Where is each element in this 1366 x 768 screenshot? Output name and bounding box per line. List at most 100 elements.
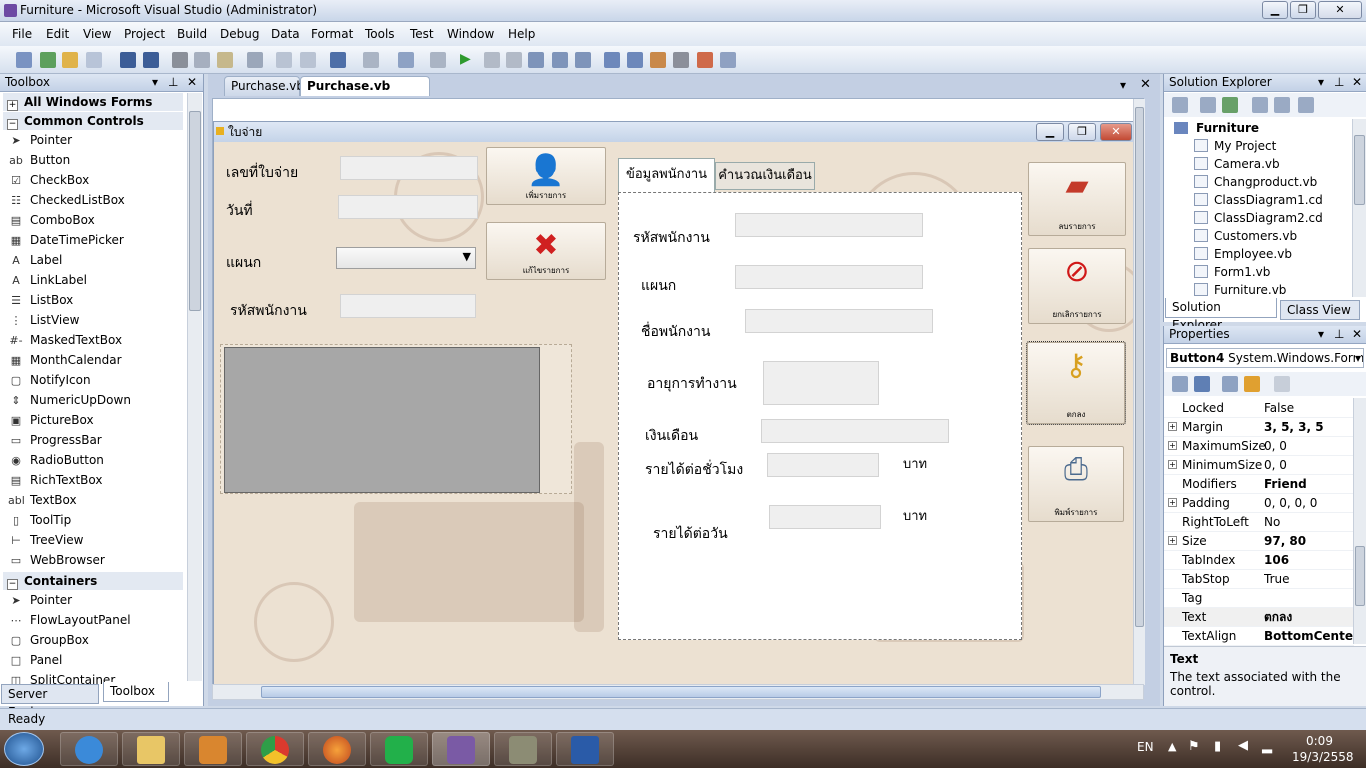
- hscroll-thumb[interactable]: [261, 686, 1101, 698]
- tab-hourly-textbox[interactable]: [767, 453, 879, 477]
- property-value[interactable]: BottomCenter: [1264, 627, 1354, 646]
- menu-window[interactable]: Window: [447, 27, 494, 41]
- cancel-record-button[interactable]: ⊘ ยกเลิกรายการ: [1028, 248, 1126, 324]
- menu-project[interactable]: Project: [124, 27, 165, 41]
- add-item-icon[interactable]: [40, 52, 56, 68]
- properties-window-icon[interactable]: [627, 52, 643, 68]
- menu-test[interactable]: Test: [410, 27, 434, 41]
- property-value[interactable]: 0, 0: [1264, 456, 1354, 475]
- property-row[interactable]: Modifiers Friend: [1164, 475, 1354, 494]
- clock-date[interactable]: 19/3/2558: [1292, 750, 1354, 764]
- ok-button[interactable]: ⚷ ตกลง: [1026, 341, 1126, 425]
- toolbox-item-checkedlistbox[interactable]: ☷ CheckedListBox: [8, 190, 125, 210]
- server-explorer-tab[interactable]: Server Explorer: [1, 684, 99, 719]
- categorized-icon[interactable]: [1172, 376, 1188, 392]
- menu-help[interactable]: Help: [508, 27, 535, 41]
- toolbox-item-maskedtextbox[interactable]: #- MaskedTextBox: [8, 330, 122, 350]
- class-view-tab[interactable]: Class View: [1280, 300, 1360, 320]
- step-over-icon[interactable]: [552, 52, 568, 68]
- properties-scrollbar[interactable]: [1353, 398, 1366, 644]
- close-pane-icon[interactable]: ✕: [1352, 326, 1362, 343]
- delete-record-button[interactable]: ▰ ลบรายการ: [1028, 162, 1126, 236]
- solution-item[interactable]: Camera.vb: [1194, 155, 1280, 173]
- solution-item[interactable]: Employee.vb: [1194, 245, 1292, 263]
- pane-dropdown-icon[interactable]: ▾: [152, 74, 158, 91]
- expand-icon[interactable]: +: [1168, 460, 1177, 469]
- menu-file[interactable]: File: [12, 27, 32, 41]
- save-all-icon[interactable]: [143, 52, 159, 68]
- toolbox-item-datetimepicker[interactable]: ▦ DateTimePicker: [8, 230, 124, 250]
- scroll-thumb[interactable]: [1355, 546, 1365, 606]
- stop-icon[interactable]: [506, 52, 522, 68]
- volume-icon[interactable]: ◀: [1238, 738, 1248, 753]
- battery-icon[interactable]: ▮: [1214, 739, 1221, 754]
- menu-build[interactable]: Build: [177, 27, 207, 41]
- toolbox-item-picturebox[interactable]: ▣ PictureBox: [8, 410, 94, 430]
- object-browser-icon[interactable]: [650, 52, 666, 68]
- pane-dropdown-icon[interactable]: ▾: [1318, 74, 1324, 91]
- toolbox-icon[interactable]: [673, 52, 689, 68]
- collapse-icon[interactable]: −: [7, 119, 18, 130]
- edit-record-button[interactable]: ✖ แก้ไขรายการ: [486, 222, 606, 280]
- taskbar-media[interactable]: [184, 732, 242, 766]
- solution-explorer-tab[interactable]: Solution Explorer: [1165, 298, 1277, 332]
- taskbar-firefox[interactable]: [308, 732, 366, 766]
- property-value[interactable]: No: [1264, 513, 1354, 532]
- menu-format[interactable]: Format: [311, 27, 353, 41]
- clock-time[interactable]: 0:09: [1306, 734, 1333, 748]
- section-common-controls[interactable]: − Common Controls: [3, 112, 183, 130]
- solution-explorer-icon[interactable]: [604, 52, 620, 68]
- tab-dept-textbox[interactable]: [735, 265, 923, 289]
- emp-id-textbox[interactable]: [340, 294, 476, 318]
- show-all-files-icon[interactable]: [1200, 97, 1216, 113]
- property-value[interactable]: 106: [1264, 551, 1354, 570]
- property-row[interactable]: Tag: [1164, 589, 1354, 608]
- taskbar-visual-studio[interactable]: [432, 732, 490, 766]
- taskbar-line[interactable]: [370, 732, 428, 766]
- toolbox-item-linklabel[interactable]: A LinkLabel: [8, 270, 87, 290]
- taskbar-explorer[interactable]: [122, 732, 180, 766]
- expand-icon[interactable]: +: [1168, 536, 1177, 545]
- toolbox-item-button[interactable]: ab Button: [8, 150, 70, 170]
- object-selector[interactable]: Button4 System.Windows.Forms.B ▾: [1166, 348, 1364, 368]
- menu-view[interactable]: View: [83, 27, 111, 41]
- toolbox-item-checkbox[interactable]: ☑ CheckBox: [8, 170, 89, 190]
- command-window-icon[interactable]: [720, 52, 736, 68]
- property-value[interactable]: True: [1264, 570, 1354, 589]
- paste-icon[interactable]: [217, 52, 233, 68]
- solution-scrollbar[interactable]: [1352, 119, 1366, 297]
- tab-emp-id-textbox[interactable]: [735, 213, 923, 237]
- solution-item[interactable]: My Project: [1194, 137, 1276, 155]
- navigate-back-icon[interactable]: [398, 52, 414, 68]
- taskbar-ie[interactable]: [60, 732, 118, 766]
- refresh-icon[interactable]: [1222, 97, 1238, 113]
- solution-item[interactable]: ClassDiagram1.cd: [1194, 191, 1323, 209]
- property-value[interactable]: 3, 5, 3, 5: [1264, 418, 1354, 437]
- toolbox-item-panel[interactable]: □ Panel: [8, 650, 63, 670]
- property-row[interactable]: TabStop True: [1164, 570, 1354, 589]
- navigate-forward-icon[interactable]: [430, 52, 446, 68]
- section-all-windows-forms[interactable]: + All Windows Forms: [3, 93, 183, 111]
- property-row[interactable]: + Margin 3, 5, 3, 5: [1164, 418, 1354, 437]
- pin-icon[interactable]: ⊥: [168, 74, 178, 91]
- pane-dropdown-icon[interactable]: ▾: [1318, 326, 1324, 343]
- property-row[interactable]: Text ตกลง: [1164, 608, 1354, 627]
- date-textbox[interactable]: [338, 195, 478, 219]
- copy-icon[interactable]: [194, 52, 210, 68]
- property-value[interactable]: 0, 0, 0, 0: [1264, 494, 1354, 513]
- pay-no-textbox[interactable]: [340, 156, 478, 180]
- uncomment-icon[interactable]: [300, 52, 316, 68]
- property-value[interactable]: False: [1264, 399, 1354, 418]
- toolbox-item-pointer[interactable]: ➤ Pointer: [8, 130, 72, 150]
- class-diagram-icon[interactable]: [1298, 97, 1314, 113]
- toolbox-item-numericupdown[interactable]: ⇕ NumericUpDown: [8, 390, 131, 410]
- menu-tools[interactable]: Tools: [365, 27, 395, 41]
- taskbar-word[interactable]: [556, 732, 614, 766]
- open-file-icon[interactable]: [62, 52, 78, 68]
- taskbar-tools[interactable]: [494, 732, 552, 766]
- menu-debug[interactable]: Debug: [220, 27, 259, 41]
- solution-item[interactable]: Customers.vb: [1194, 227, 1297, 245]
- close-window-button[interactable]: ✕: [1318, 1, 1362, 19]
- maximize-button[interactable]: ❐: [1290, 1, 1316, 19]
- solution-root[interactable]: Furniture: [1174, 119, 1259, 137]
